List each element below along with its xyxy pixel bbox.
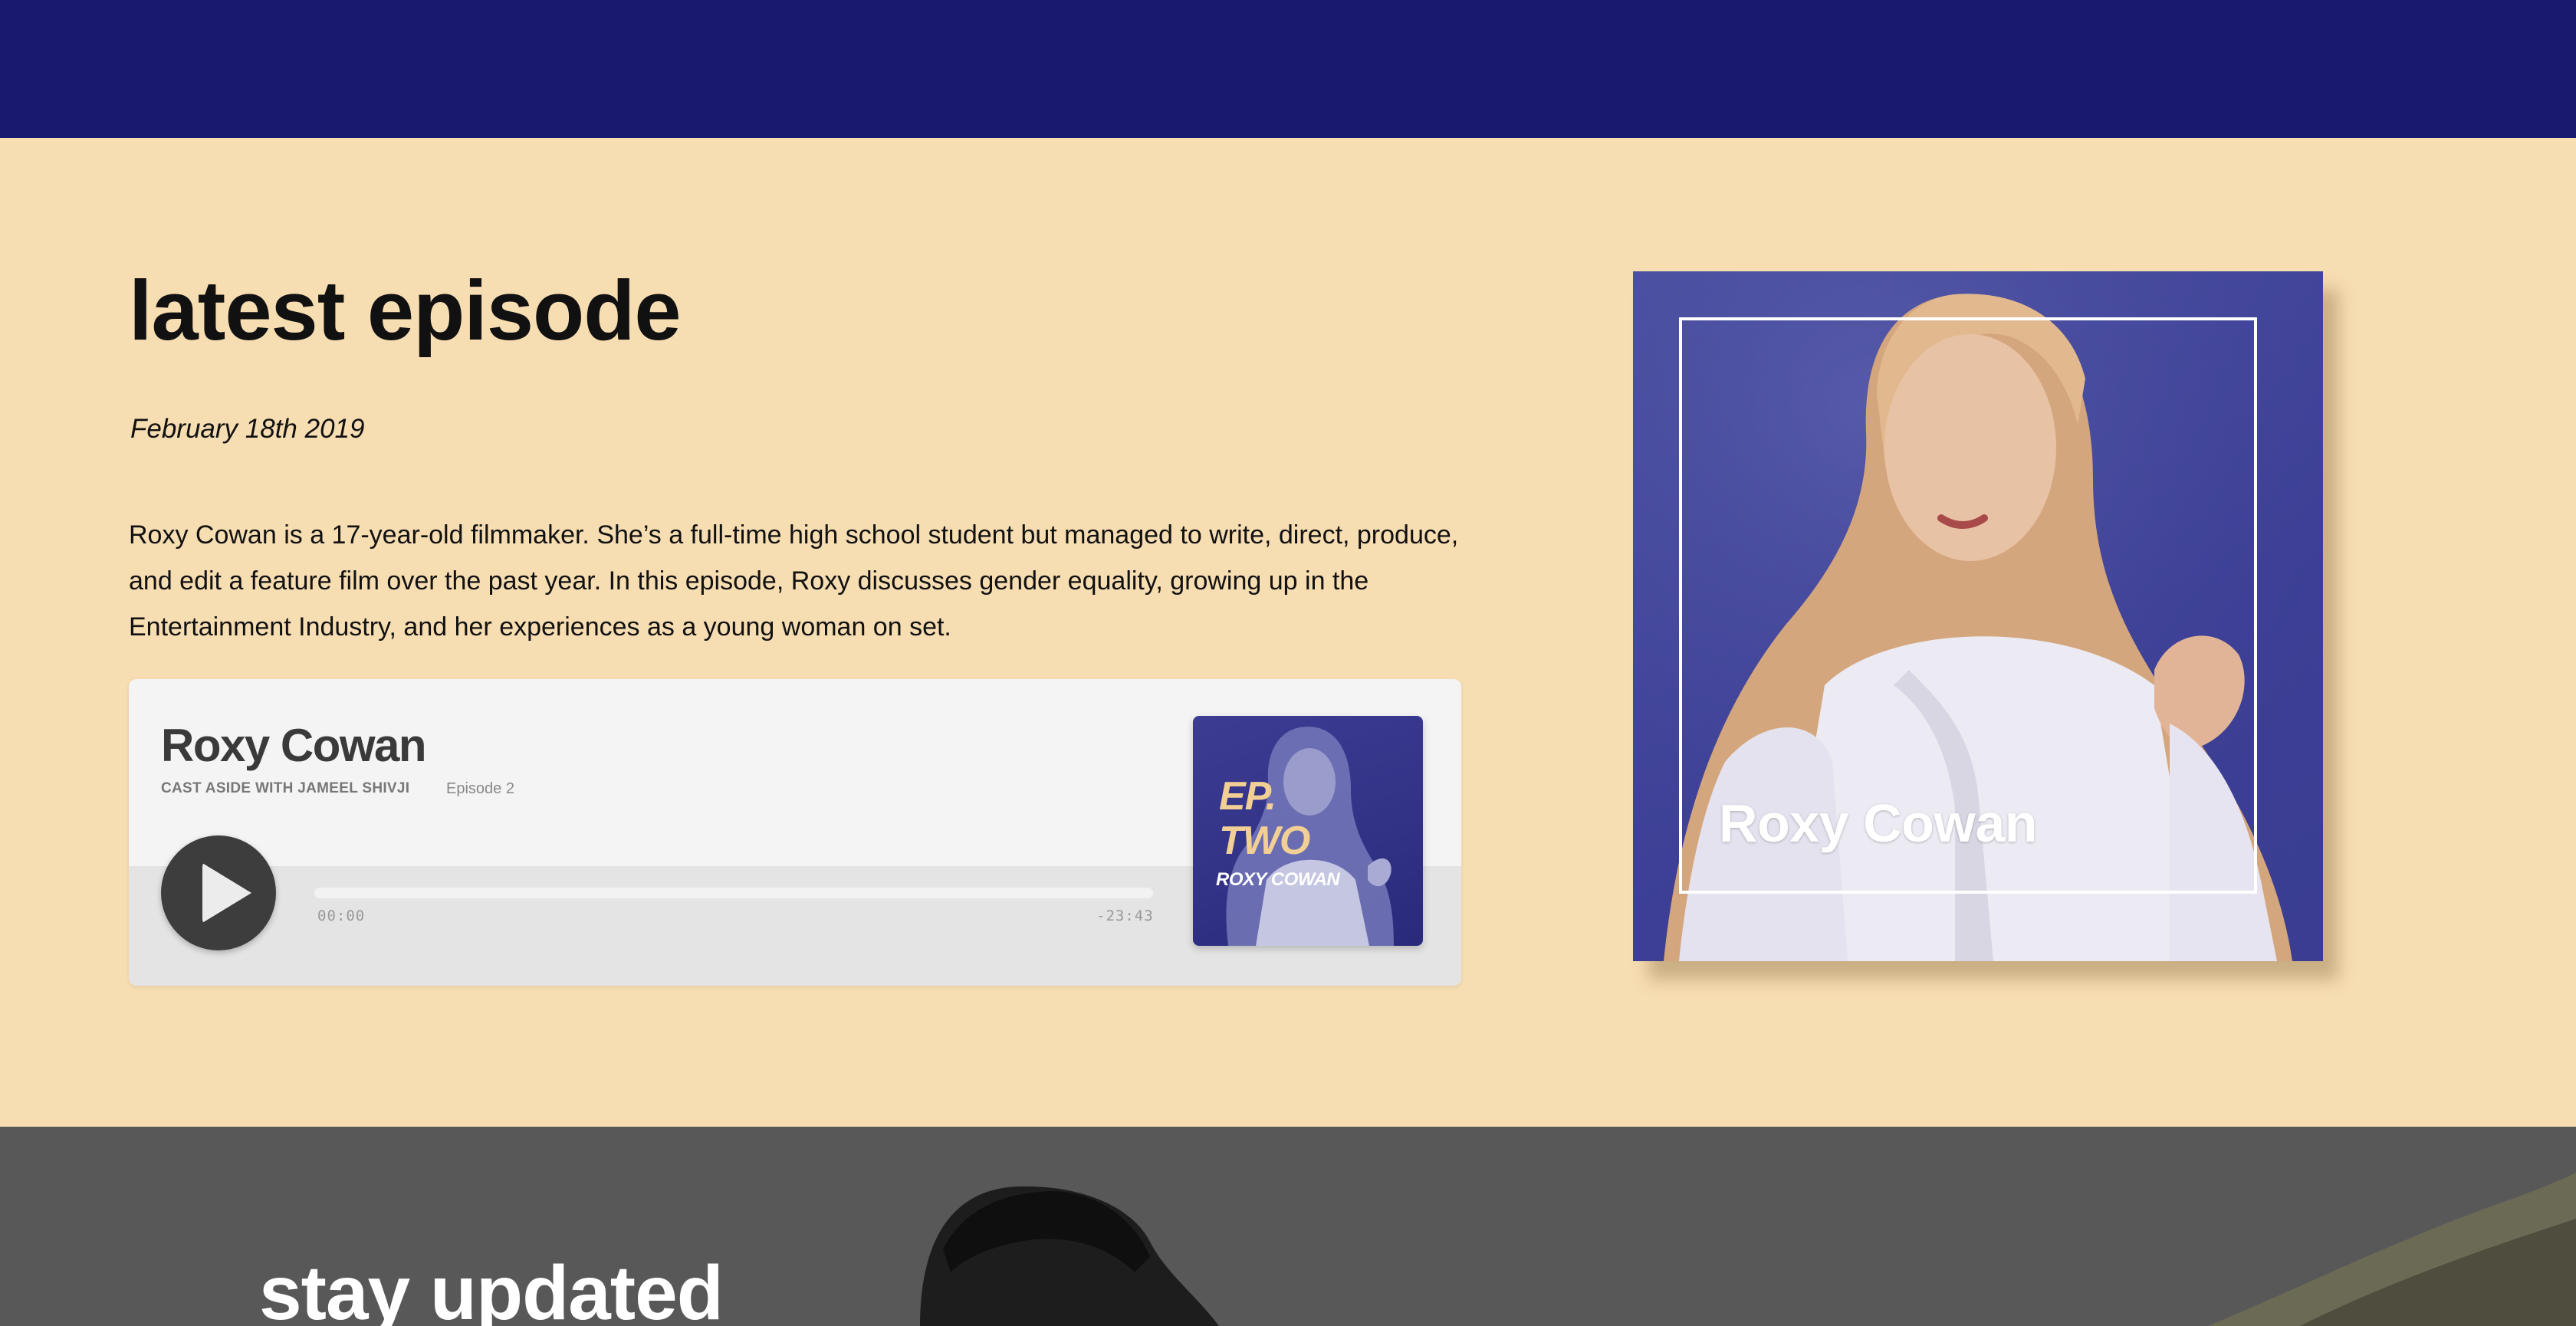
cover-guest-name: ROXY COWAN xyxy=(1216,869,1340,890)
player-episode-number: Episode 2 xyxy=(446,780,514,797)
stay-updated-heading: stay updated xyxy=(259,1250,724,1326)
cover-ep-line2: TWO xyxy=(1219,819,1310,863)
time-remaining: -23:43 xyxy=(1096,908,1154,924)
time-elapsed: 00:00 xyxy=(317,908,366,924)
guest-portrait-card: Roxy Cowan xyxy=(1633,271,2323,961)
episode-date: February 18th 2019 xyxy=(130,414,365,444)
player-show-name[interactable]: CAST ASIDE WITH JAMEEL SHIVJI xyxy=(161,780,409,797)
progress-scrubber[interactable] xyxy=(314,888,1153,898)
portrait-caption: Roxy Cowan xyxy=(1719,793,2038,853)
audio-player: Roxy Cowan CAST ASIDE WITH JAMEEL SHIVJI… xyxy=(129,679,1461,986)
cover-episode-label: EP. TWO xyxy=(1219,774,1310,863)
top-navigation-bar xyxy=(0,0,2576,138)
latest-episode-section: latest episode February 18th 2019 Roxy C… xyxy=(0,138,2576,1127)
play-icon xyxy=(202,863,251,923)
section-heading: latest episode xyxy=(129,264,682,358)
episode-cover-art: EP. TWO ROXY COWAN xyxy=(1193,716,1423,946)
cover-ep-line1: EP. xyxy=(1219,774,1276,819)
play-button[interactable] xyxy=(161,835,276,950)
episode-description: Roxy Cowan is a 17-year-old filmmaker. S… xyxy=(129,520,1459,642)
player-episode-title: Roxy Cowan xyxy=(161,720,427,771)
stay-updated-section: stay updated xyxy=(0,1127,2576,1326)
